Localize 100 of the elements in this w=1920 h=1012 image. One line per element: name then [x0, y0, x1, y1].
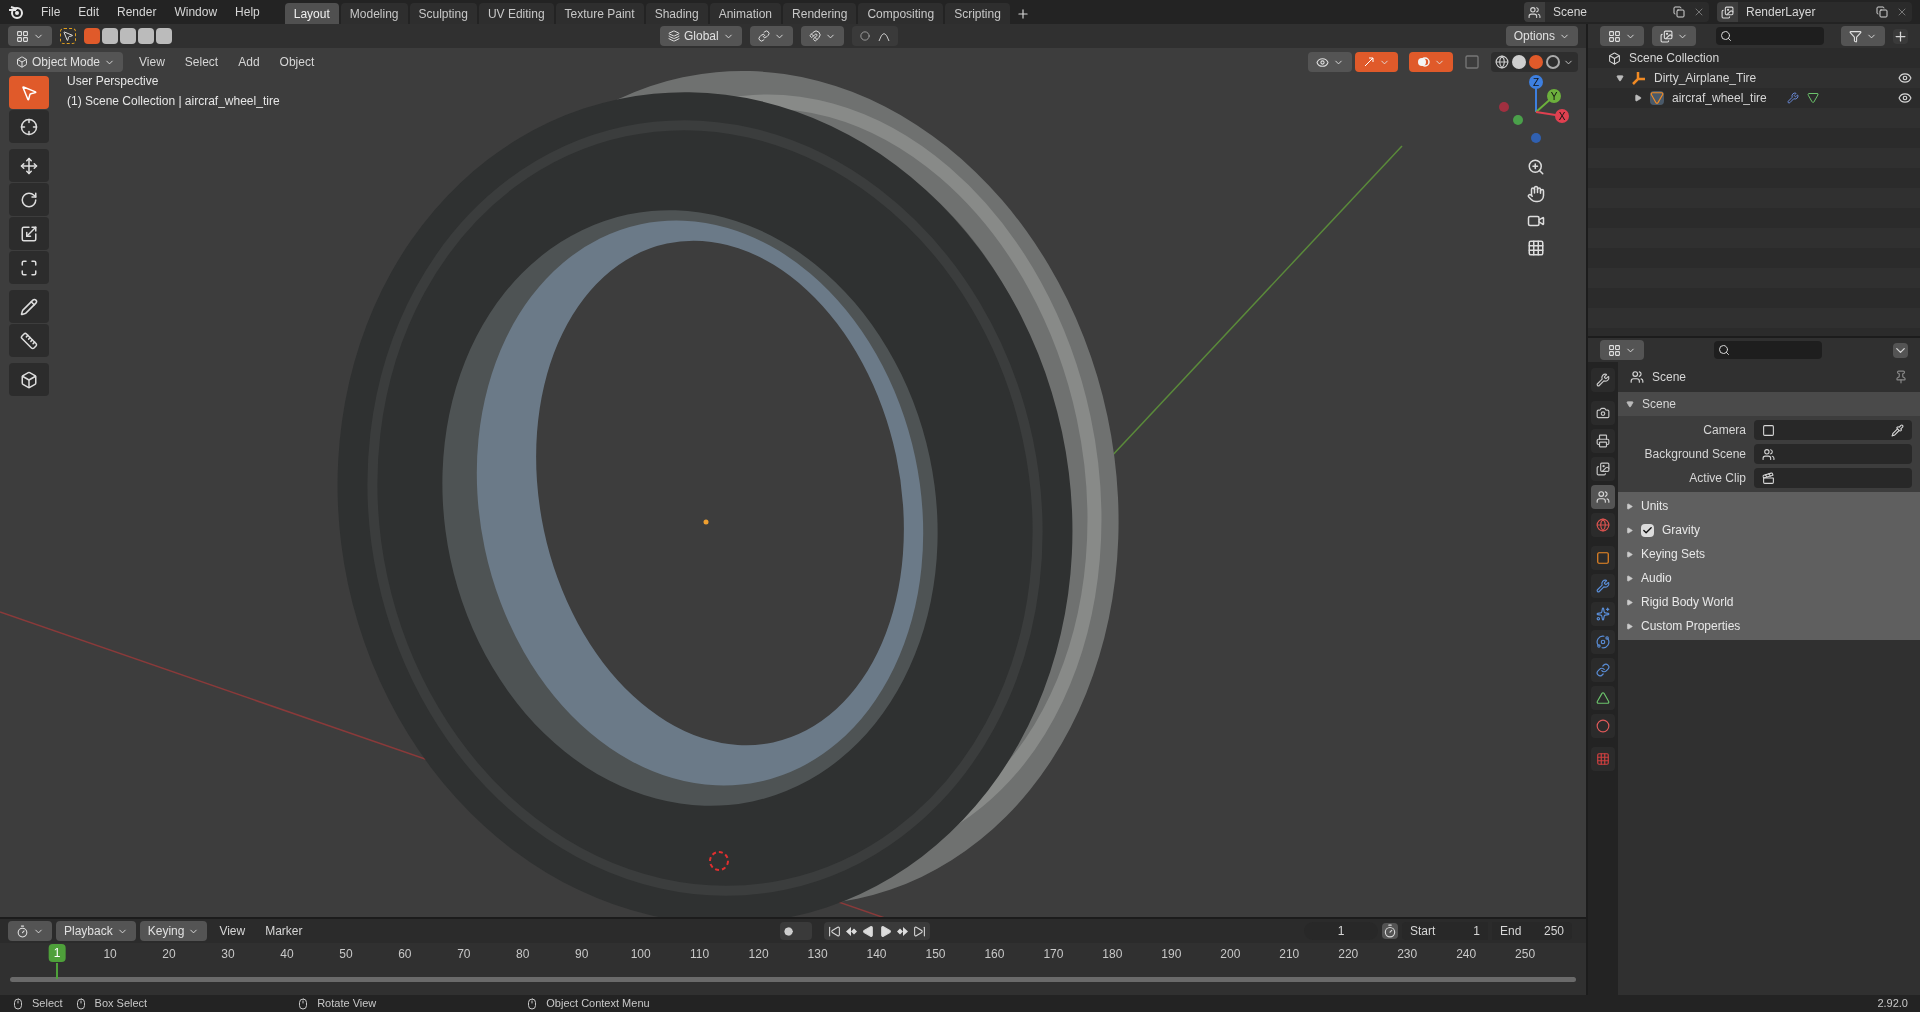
previous-keyframe-icon[interactable]: [844, 924, 858, 938]
field-input[interactable]: [1754, 444, 1912, 464]
workspace-tab[interactable]: Shading: [645, 3, 708, 24]
view-layer-selector[interactable]: RenderLayer: [1717, 2, 1912, 22]
add-cube-tool[interactable]: [9, 363, 49, 396]
visibility-icon[interactable]: [1898, 71, 1912, 85]
workspace-tab[interactable]: Animation: [709, 3, 782, 24]
menu-item[interactable]: File: [32, 3, 70, 21]
workspace-tab[interactable]: Modeling: [340, 3, 408, 24]
world-tab[interactable]: [1591, 513, 1615, 537]
viewport-menu-item[interactable]: View: [135, 53, 169, 71]
pin-icon[interactable]: [1894, 370, 1908, 384]
hand-icon[interactable]: [1527, 185, 1545, 203]
selection-mode-icon[interactable]: [102, 28, 118, 44]
workspace-tab[interactable]: UV Editing: [478, 3, 554, 24]
workspace-tab[interactable]: Scripting: [945, 3, 1010, 24]
wireframe-shading-icon[interactable]: [1495, 55, 1509, 69]
record-button[interactable]: [779, 922, 812, 940]
object-tab[interactable]: [1591, 546, 1615, 570]
viewport-menu-item[interactable]: Select: [180, 53, 223, 71]
subpanel-header[interactable]: Gravity: [1618, 518, 1920, 542]
selection-mode-icon[interactable]: [84, 28, 100, 44]
overlay-toggle[interactable]: [1409, 52, 1453, 72]
material-tab[interactable]: [1591, 714, 1615, 738]
editor-type-button[interactable]: [8, 921, 52, 941]
viewport-menu-item[interactable]: Object: [275, 53, 319, 71]
disclosure-triangle-icon[interactable]: [1616, 74, 1624, 82]
timeline-menu-dropdown[interactable]: Playback: [56, 921, 136, 941]
data-tab[interactable]: [1591, 686, 1615, 710]
annotate-tool[interactable]: [9, 290, 49, 323]
filter-dropdown[interactable]: [1841, 26, 1885, 46]
falloff-curve-icon[interactable]: [877, 30, 890, 42]
zoom-icon[interactable]: [1527, 158, 1545, 176]
modifiers-tab[interactable]: [1591, 574, 1615, 598]
jump-end-icon[interactable]: [912, 924, 926, 938]
timeline-menu-item[interactable]: Marker: [257, 922, 311, 940]
field-input[interactable]: [1754, 420, 1912, 440]
menu-item[interactable]: Help: [226, 3, 269, 21]
play-icon[interactable]: [878, 924, 892, 938]
gizmo-toggle[interactable]: [1355, 52, 1398, 72]
checkbox[interactable]: [1641, 523, 1654, 537]
filter-mode-dropdown[interactable]: [1652, 26, 1696, 46]
constraints-tab[interactable]: [1591, 658, 1615, 682]
panel-header[interactable]: Scene: [1618, 392, 1920, 416]
move-tool[interactable]: [9, 149, 49, 182]
disclosure-triangle-icon[interactable]: [1634, 94, 1642, 102]
mode-dropdown[interactable]: Object Mode: [8, 52, 124, 72]
select-box-tool[interactable]: [9, 76, 49, 109]
transform-tool[interactable]: [9, 251, 49, 284]
play-reverse-icon[interactable]: [861, 924, 875, 938]
cursor-tool[interactable]: [9, 110, 49, 143]
editor-type-button[interactable]: [1600, 340, 1644, 360]
selection-mode-icon[interactable]: [138, 28, 154, 44]
output-tab[interactable]: [1591, 429, 1615, 453]
subpanel-header[interactable]: Rigid Body World: [1618, 590, 1920, 614]
scrollbar[interactable]: [10, 977, 1576, 982]
copy-icon[interactable]: [1673, 6, 1685, 18]
grid-view-icon[interactable]: [1527, 239, 1545, 257]
next-keyframe-icon[interactable]: [895, 924, 909, 938]
navigation-gizmo[interactable]: Z Y X: [1496, 72, 1576, 152]
subpanel-header[interactable]: Units: [1618, 494, 1920, 518]
logo-icon[interactable]: [8, 4, 24, 20]
solid-shading-icon[interactable]: [1512, 55, 1526, 69]
subpanel-header[interactable]: Audio: [1618, 566, 1920, 590]
field-input[interactable]: [1754, 468, 1912, 488]
menu-item[interactable]: Edit: [69, 3, 109, 21]
display-mode-dropdown[interactable]: [1600, 26, 1644, 46]
workspace-tab[interactable]: Compositing: [858, 3, 944, 24]
outliner-item[interactable]: Scene Collection: [1629, 49, 1720, 67]
subpanel-header[interactable]: Custom Properties: [1618, 614, 1920, 638]
subpanel-header[interactable]: Keying Sets: [1618, 542, 1920, 566]
eyedropper-icon[interactable]: [1891, 423, 1904, 437]
menu-item[interactable]: Render: [108, 3, 166, 21]
view-layer-tab[interactable]: [1591, 457, 1615, 481]
scene-selector[interactable]: Scene: [1524, 2, 1709, 22]
render-tab[interactable]: [1591, 401, 1615, 425]
measure-tool[interactable]: [9, 324, 49, 357]
copy-icon[interactable]: [1876, 6, 1888, 18]
visibility-icon[interactable]: [1898, 91, 1912, 105]
scale-tool[interactable]: [9, 217, 49, 250]
select-tool-icon[interactable]: [60, 28, 76, 44]
material-shading-icon[interactable]: [1529, 55, 1543, 69]
selection-mode-icon[interactable]: [156, 28, 172, 44]
close-icon[interactable]: [1896, 6, 1908, 18]
stopwatch-icon[interactable]: [1382, 923, 1398, 939]
pivot-dropdown[interactable]: [749, 26, 793, 46]
current-frame-field[interactable]: 1: [1304, 922, 1378, 940]
close-icon[interactable]: [1693, 6, 1705, 18]
transform-orientation-dropdown[interactable]: Global: [660, 26, 742, 46]
outliner-item[interactable]: Dirty_Airplane_Tire: [1654, 69, 1757, 87]
snap-dropdown[interactable]: [800, 26, 844, 46]
scene-tab[interactable]: [1591, 485, 1615, 509]
timeline-menu-dropdown[interactable]: Keying: [139, 921, 208, 941]
timeline-menu-item[interactable]: View: [211, 922, 254, 940]
workspace-tab[interactable]: Layout: [284, 3, 339, 24]
rotate-tool[interactable]: [9, 183, 49, 216]
editor-type-button[interactable]: [8, 26, 52, 46]
selection-mode-icon[interactable]: [120, 28, 136, 44]
visibility-dropdown[interactable]: [1308, 52, 1352, 72]
texture-tab[interactable]: [1591, 747, 1615, 771]
